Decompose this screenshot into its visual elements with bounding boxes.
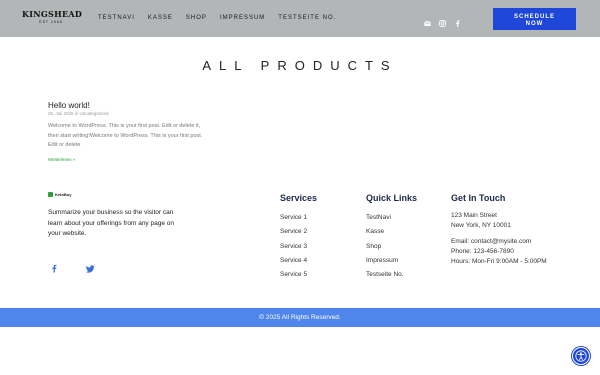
quick-link-kasse[interactable]: Kasse [366, 225, 417, 239]
nav-item-impressum[interactable]: IMPRESSUM [220, 15, 265, 21]
header-social-links [424, 14, 461, 27]
service-link[interactable]: Service 4 [280, 254, 317, 268]
copyright-bar: © 2025 All Rights Reserved. [0, 308, 600, 327]
twitter-icon[interactable] [85, 260, 95, 273]
quick-link-testnavi[interactable]: TestNavi [366, 211, 417, 225]
contact-hours: Hours: Mon-Fri 9:00AM - 5:00PM [451, 258, 547, 265]
footer-services: Services Service 1 Service 2 Service 3 S… [280, 193, 317, 282]
nav-item-kasse[interactable]: KASSE [148, 15, 173, 21]
blog-post: Hello world! 25. Juli 2025 in Uncategori… [48, 101, 210, 162]
instagram-icon[interactable] [439, 14, 446, 27]
contact-phone[interactable]: Phone: 123-456-7890 [451, 247, 547, 257]
quick-link-testseite[interactable]: Testseite No. [366, 268, 417, 282]
facebook-icon[interactable] [50, 260, 58, 273]
post-meta: 25. Juli 2025 in Uncategorized [48, 111, 109, 116]
logo-wordmark: KINGSHEAD [22, 9, 83, 19]
accessibility-icon[interactable] [572, 347, 590, 365]
logo-tagline: EST 1966 [39, 20, 63, 24]
schedule-now-button[interactable]: SCHEDULE NOW [493, 8, 576, 30]
service-link[interactable]: Service 2 [280, 225, 317, 239]
service-link[interactable]: Service 1 [280, 211, 317, 225]
services-heading: Services [280, 193, 318, 203]
site-header: KINGSHEAD EST 1966 TESTNAVI KASSE SHOP I… [0, 0, 600, 37]
contact-email[interactable]: Email: contact@mysite.com [451, 237, 547, 247]
email-icon[interactable] [424, 14, 431, 26]
contact-heading: Get In Touch [451, 193, 506, 203]
contact-address-line1: 123 Main Street [451, 212, 497, 219]
footer-contact: Get In Touch 123 Main Street New York, N… [451, 193, 547, 267]
service-link[interactable]: Service 3 [280, 240, 317, 254]
quick-link-impressum[interactable]: Impressum [366, 254, 417, 268]
footer-quick-links: Quick Links TestNavi Kasse Shop Impressu… [366, 193, 417, 282]
facebook-icon[interactable] [454, 14, 461, 27]
post-title[interactable]: Hello world! [48, 101, 210, 110]
site-logo[interactable]: KINGSHEAD EST 1966 [22, 9, 83, 25]
brand-leaf-icon [48, 192, 53, 197]
quick-links-heading: Quick Links [366, 193, 418, 203]
page-title: ALL PRODUCTS [202, 58, 398, 73]
contact-address-line2: New York, NY 10001 [451, 222, 511, 229]
service-link[interactable]: Service 5 [280, 268, 317, 282]
nav-item-testseite[interactable]: TESTSEITE NO. [278, 15, 336, 21]
read-more-link[interactable]: Weiterlesen » [48, 157, 210, 162]
main-nav: TESTNAVI KASSE SHOP IMPRESSUM TESTSEITE … [98, 15, 349, 21]
quick-link-shop[interactable]: Shop [366, 240, 417, 254]
footer-summary: Summarize your business so the visitor c… [48, 209, 174, 237]
footer-social-links [50, 260, 95, 273]
cta-label-line2: NOW [525, 21, 544, 27]
cta-label-line1: SCHEDULE [513, 14, 555, 20]
footer-brand-name: KetoBuy [55, 192, 72, 197]
footer-brand-logo[interactable]: KetoBuy [48, 192, 71, 197]
nav-item-testnavi[interactable]: TESTNAVI [98, 15, 135, 21]
post-excerpt: Welcome to WordPress. This is your first… [48, 123, 203, 148]
nav-item-shop[interactable]: SHOP [186, 15, 207, 21]
copyright-text: © 2025 All Rights Reserved. [259, 314, 341, 321]
